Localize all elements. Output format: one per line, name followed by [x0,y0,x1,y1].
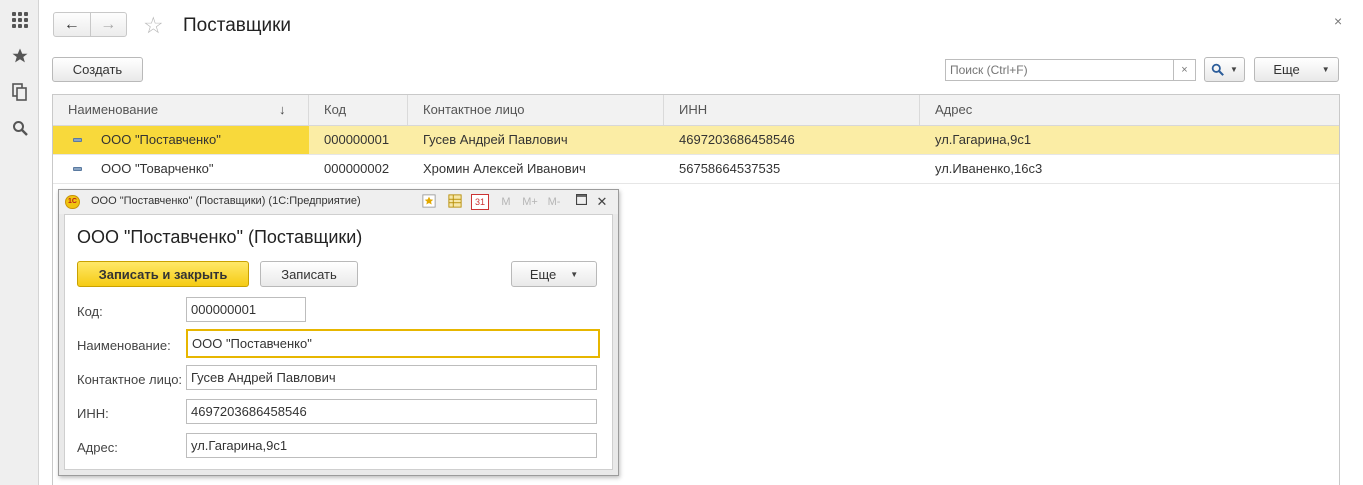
search-options-button[interactable]: ▼ [1204,57,1245,82]
memory-add-button[interactable]: M+ [520,194,540,210]
cell-inn: 56758664537535 [679,161,781,176]
1c-logo-icon: 1С [65,195,80,209]
table-header: Наименование ↓ Код Контактное лицо ИНН А… [53,95,1339,126]
supplier-form-window: 1С ООО "Поставченко" (Поставщики) (1С:Пр… [58,189,619,476]
cell-address: ул.Гагарина,9с1 [935,132,1032,147]
cell-code: 000000001 [324,132,390,147]
close-icon[interactable]: × [1334,13,1342,29]
chevron-down-icon: ▼ [1230,65,1238,74]
memory-subtract-button[interactable]: M- [544,194,564,210]
form-body: ООО "Поставченко" (Поставщики) Записать … [64,214,613,470]
inn-field[interactable] [186,399,597,424]
more-button[interactable]: Еще ▼ [1254,57,1339,82]
table-row[interactable]: ООО "Поставченко" 000000001 Гусев Андрей… [53,126,1339,155]
column-header-contact[interactable]: Контактное лицо [408,95,664,125]
column-header-code[interactable]: Код [309,95,408,125]
chevron-down-icon: ▼ [1321,65,1330,74]
forward-arrow-icon[interactable]: → [91,13,127,36]
cell-address: ул.Иваненко,16с3 [935,161,1043,176]
table-row[interactable]: ООО "Товарченко" 000000002 Хромин Алексе… [53,155,1339,184]
address-label: Адрес: [77,440,118,455]
column-header-address[interactable]: Адрес [920,95,1339,125]
search-clear-button[interactable]: × [1173,59,1196,81]
memory-m-button[interactable]: M [499,194,513,210]
magnifier-icon [1211,63,1224,76]
cell-name: ООО "Поставченко" [53,126,309,154]
window-titlebar[interactable]: 1С ООО "Поставченко" (Поставщики) (1С:Пр… [59,190,618,214]
search-icon[interactable] [8,116,32,140]
create-button[interactable]: Создать [52,57,143,82]
save-button[interactable]: Записать [260,261,358,287]
page-title: Поставщики [183,15,292,36]
contact-field[interactable] [186,365,597,390]
inn-label: ИНН: [77,406,109,421]
form-heading: ООО "Поставченко" (Поставщики) [77,227,363,247]
contact-label: Контактное лицо: [77,372,183,387]
address-field[interactable] [186,433,597,458]
form-more-button[interactable]: Еще ▼ [511,261,597,287]
close-icon[interactable]: ✕ [595,194,609,210]
left-panel [0,0,39,485]
add-to-favorites-star-icon[interactable]: ☆ [143,12,164,38]
cell-contact: Хромин Алексей Иванович [423,161,586,176]
more-button-label: Еще [1273,62,1300,77]
cell-name: ООО "Товарченко" [53,155,309,183]
save-and-close-button[interactable]: Записать и закрыть [77,261,249,287]
cell-inn: 4697203686458546 [679,132,795,147]
search-input[interactable] [945,59,1174,81]
cell-code: 000000002 [324,161,390,176]
code-label: Код: [77,304,103,319]
navigation-buttons: ← → [53,12,127,37]
column-header-name[interactable]: Наименование ↓ [53,95,309,125]
bookmark-star-icon[interactable] [421,194,437,210]
window-title: ООО "Поставченко" (Поставщики) (1С:Предп… [91,195,361,207]
spreadsheet-icon[interactable] [447,194,463,210]
code-field[interactable] [186,297,306,322]
form-more-label: Еще [529,266,557,282]
column-header-inn[interactable]: ИНН [664,95,920,125]
calendar-icon[interactable]: 31 [471,194,489,210]
chevron-down-icon: ▼ [570,269,579,279]
sort-arrow-icon: ↓ [279,102,286,117]
history-documents-icon[interactable] [8,80,32,104]
name-field[interactable] [186,329,600,358]
apps-grid-icon[interactable] [8,8,32,32]
maximize-icon[interactable] [574,193,588,210]
catalog-item-icon [73,167,82,171]
catalog-item-icon [73,138,82,142]
cell-contact: Гусев Андрей Павлович [423,132,568,147]
name-label: Наименование: [77,338,171,353]
favorites-star-icon[interactable] [8,44,32,68]
back-arrow-icon[interactable]: ← [54,13,91,36]
